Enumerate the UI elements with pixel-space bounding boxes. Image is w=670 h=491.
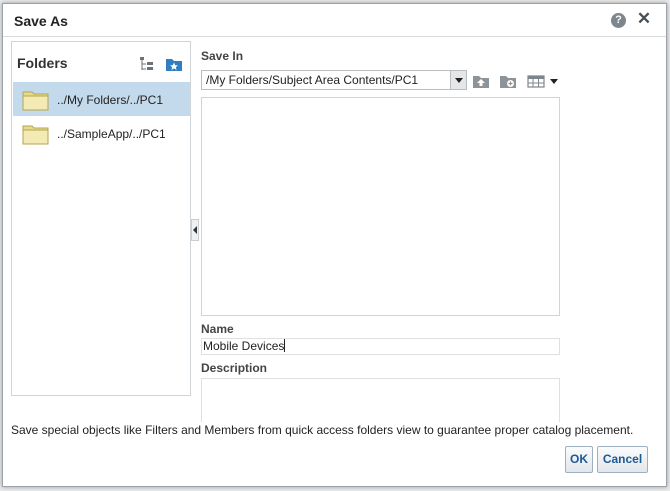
save-in-label: Save In [201,49,244,63]
dialog-title: Save As [14,13,68,29]
collapse-left-icon [193,226,197,234]
folder-icon [22,91,49,111]
panel-splitter-handle[interactable] [191,219,199,241]
save-in-path-value: /My Folders/Subject Area Contents/PC1 [206,73,419,87]
description-input[interactable] [201,378,560,423]
close-icon[interactable]: ✕ [636,10,652,28]
help-icon[interactable]: ? [611,13,626,28]
hint-text: Save special objects like Filters and Me… [11,422,661,437]
folder-icon [22,125,49,145]
new-folder-icon[interactable] [499,73,517,89]
folder-item-my-folders[interactable]: ../My Folders/../PC1 [13,82,190,116]
favorites-folder-icon[interactable] [165,56,183,72]
dialog-titlebar: Save As ? ✕ [3,4,666,37]
name-input-value: Mobile Devices [203,339,285,353]
description-label: Description [201,361,268,375]
folder-contents-list[interactable] [201,97,560,316]
view-options-icon[interactable] [527,73,561,89]
folders-header: Folders [12,42,190,78]
chevron-down-icon[interactable] [450,71,466,89]
name-label: Name [201,322,234,336]
cancel-button[interactable]: Cancel [597,446,648,473]
folder-item-label: ../My Folders/../PC1 [57,93,164,107]
folder-item-sampleapp[interactable]: ../SampleApp/../PC1 [13,116,190,150]
tree-view-icon[interactable] [139,56,155,72]
folders-title: Folders [17,55,68,71]
folder-up-icon[interactable] [472,73,490,89]
ok-button[interactable]: OK [565,446,593,473]
save-in-path-select[interactable]: /My Folders/Subject Area Contents/PC1 [201,70,467,90]
name-input[interactable]: Mobile Devices [201,338,560,355]
text-caret [284,339,286,352]
folder-item-label: ../SampleApp/../PC1 [57,127,166,141]
folders-panel: Folders ../My Folders/../PC1 ../SampleAp… [11,41,191,396]
